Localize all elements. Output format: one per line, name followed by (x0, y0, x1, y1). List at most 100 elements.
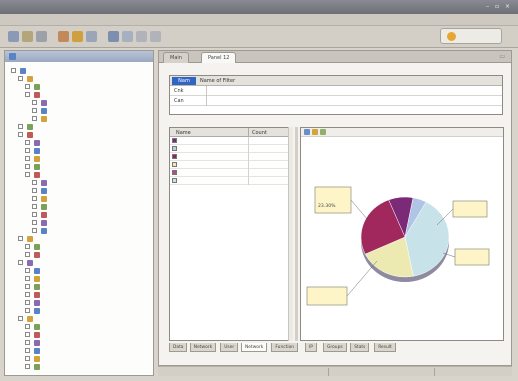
tree-node[interactable] (11, 227, 151, 235)
bottom-tab[interactable]: Groups (323, 343, 347, 352)
grid-row[interactable] (170, 145, 292, 153)
tree-node[interactable] (11, 163, 151, 171)
tree-node[interactable] (11, 195, 151, 203)
pane-splitter[interactable] (295, 127, 298, 341)
tree-node[interactable] (11, 179, 151, 187)
expand-icon[interactable] (25, 156, 30, 161)
new-icon[interactable] (8, 31, 19, 42)
tree-node[interactable] (11, 139, 151, 147)
expand-icon[interactable] (32, 180, 37, 185)
bottom-tab[interactable]: Stats (350, 343, 370, 352)
tree-node[interactable] (11, 187, 151, 195)
chart-type-icon[interactable] (304, 129, 310, 135)
expand-icon[interactable] (25, 268, 30, 273)
tree-node[interactable] (11, 147, 151, 155)
tree-node[interactable] (11, 339, 151, 347)
tree-node[interactable] (11, 259, 151, 267)
tree-node[interactable] (11, 331, 151, 339)
window-controls[interactable]: – ▫ × (486, 3, 512, 10)
tree-node[interactable] (11, 91, 151, 99)
expand-icon[interactable] (25, 140, 30, 145)
expand-icon[interactable] (25, 148, 30, 153)
tree-node[interactable] (11, 83, 151, 91)
expand-icon[interactable] (25, 308, 30, 313)
bottom-tab[interactable]: Result (374, 343, 396, 352)
grid-row[interactable] (170, 169, 292, 177)
refresh-icon[interactable] (122, 31, 133, 42)
expand-icon[interactable] (25, 84, 30, 89)
grid-header-count[interactable]: Count (252, 130, 267, 136)
expand-icon[interactable] (25, 364, 30, 369)
bottom-tab[interactable]: Network (241, 343, 268, 352)
maximize-icon[interactable]: ▭ (499, 53, 505, 60)
expand-icon[interactable] (32, 204, 37, 209)
search-icon[interactable] (86, 31, 97, 42)
grid-row[interactable] (170, 137, 292, 145)
expand-icon[interactable] (32, 196, 37, 201)
save-icon[interactable] (36, 31, 47, 42)
forward-icon[interactable] (150, 31, 161, 42)
expand-icon[interactable] (25, 164, 30, 169)
grid-scrollbar[interactable] (288, 127, 293, 341)
tree-node[interactable] (11, 235, 151, 243)
tree-node[interactable] (11, 67, 151, 75)
property-row[interactable]: Can (170, 96, 502, 106)
expand-icon[interactable] (25, 244, 30, 249)
bottom-tab[interactable]: User (220, 343, 239, 352)
tree-node[interactable] (11, 123, 151, 131)
bottom-tab[interactable]: Data (169, 343, 188, 352)
property-row[interactable]: Cnk (170, 86, 502, 96)
expand-icon[interactable] (32, 220, 37, 225)
collapse-icon[interactable] (18, 76, 23, 81)
tree-node[interactable] (11, 355, 151, 363)
expand-icon[interactable] (32, 188, 37, 193)
expand-icon[interactable] (25, 340, 30, 345)
collapse-icon[interactable] (18, 236, 23, 241)
chart-export-icon[interactable] (320, 129, 326, 135)
tree-node[interactable] (11, 99, 151, 107)
perspective-switcher[interactable] (440, 28, 502, 44)
expand-icon[interactable] (25, 348, 30, 353)
tree-node[interactable] (11, 243, 151, 251)
collapse-icon[interactable] (18, 316, 23, 321)
tab-panel[interactable]: Panel 12 (201, 52, 237, 63)
expand-icon[interactable] (32, 116, 37, 121)
expand-icon[interactable] (25, 332, 30, 337)
tree-node[interactable] (11, 323, 151, 331)
expand-icon[interactable] (32, 100, 37, 105)
tree-node[interactable] (11, 267, 151, 275)
open-icon[interactable] (22, 31, 33, 42)
bottom-tab[interactable]: Network (189, 343, 217, 352)
tree-node[interactable] (11, 203, 151, 211)
tree-node[interactable] (11, 75, 151, 83)
tree-node[interactable] (11, 283, 151, 291)
expand-icon[interactable] (32, 212, 37, 217)
expand-icon[interactable] (32, 228, 37, 233)
tree-node[interactable] (11, 107, 151, 115)
tree-node[interactable] (11, 363, 151, 371)
run-icon[interactable] (58, 31, 69, 42)
tree-node[interactable] (11, 291, 151, 299)
back-icon[interactable] (136, 31, 147, 42)
expand-icon[interactable] (25, 300, 30, 305)
collapse-icon[interactable] (18, 132, 23, 137)
bottom-tab[interactable]: IP (305, 343, 317, 352)
tab-main[interactable]: Main (163, 52, 189, 63)
expand-icon[interactable] (25, 172, 30, 177)
tree-node[interactable] (11, 171, 151, 179)
properties-name-header[interactable]: Nam (172, 77, 196, 85)
navigator-tab[interactable] (5, 51, 153, 62)
grid-header-name[interactable]: Name (176, 130, 191, 136)
tree-node[interactable] (11, 131, 151, 139)
tree-node[interactable] (11, 347, 151, 355)
tree-node[interactable] (11, 315, 151, 323)
grid-row[interactable] (170, 153, 292, 161)
grid-row[interactable] (170, 161, 292, 169)
tree-node[interactable] (11, 299, 151, 307)
grid-row[interactable] (170, 177, 292, 185)
expand-icon[interactable] (25, 324, 30, 329)
collapse-icon[interactable] (25, 92, 30, 97)
expand-icon[interactable] (25, 356, 30, 361)
expand-icon[interactable] (32, 108, 37, 113)
settings-icon[interactable] (108, 31, 119, 42)
